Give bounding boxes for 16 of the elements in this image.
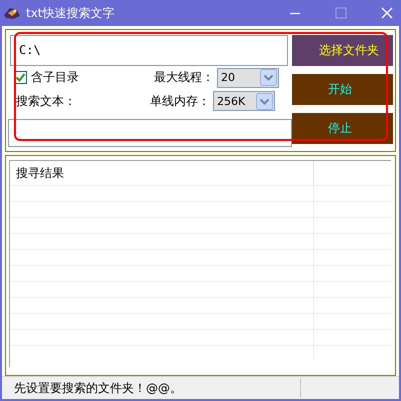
search-text-label: 搜索文本： bbox=[15, 92, 77, 110]
app-icon bbox=[3, 6, 21, 20]
select-button[interactable]: 选择文件夹 bbox=[292, 35, 393, 66]
max-threads-dropdown[interactable]: 20 bbox=[217, 68, 279, 88]
path-field[interactable]: C:\ bbox=[10, 35, 288, 66]
column-header[interactable]: 搜寻结果 bbox=[10, 161, 314, 185]
memory-dropdown[interactable]: 256K bbox=[213, 91, 275, 112]
subdirectory-label: 含子目录 bbox=[31, 69, 79, 86]
stop-button[interactable]: 停止 bbox=[292, 113, 393, 144]
max-threads-label: 最大线程： bbox=[153, 69, 214, 86]
close-icon[interactable] bbox=[381, 7, 393, 19]
search-text-field[interactable] bbox=[8, 118, 292, 147]
start-button[interactable]: 开始 bbox=[292, 74, 393, 105]
memory-label: 单线内存： bbox=[149, 92, 210, 110]
window-title: txt快速搜索文字 bbox=[26, 4, 115, 22]
status-text: 先设置要搜索的文件夹！@@。 bbox=[13, 380, 183, 396]
